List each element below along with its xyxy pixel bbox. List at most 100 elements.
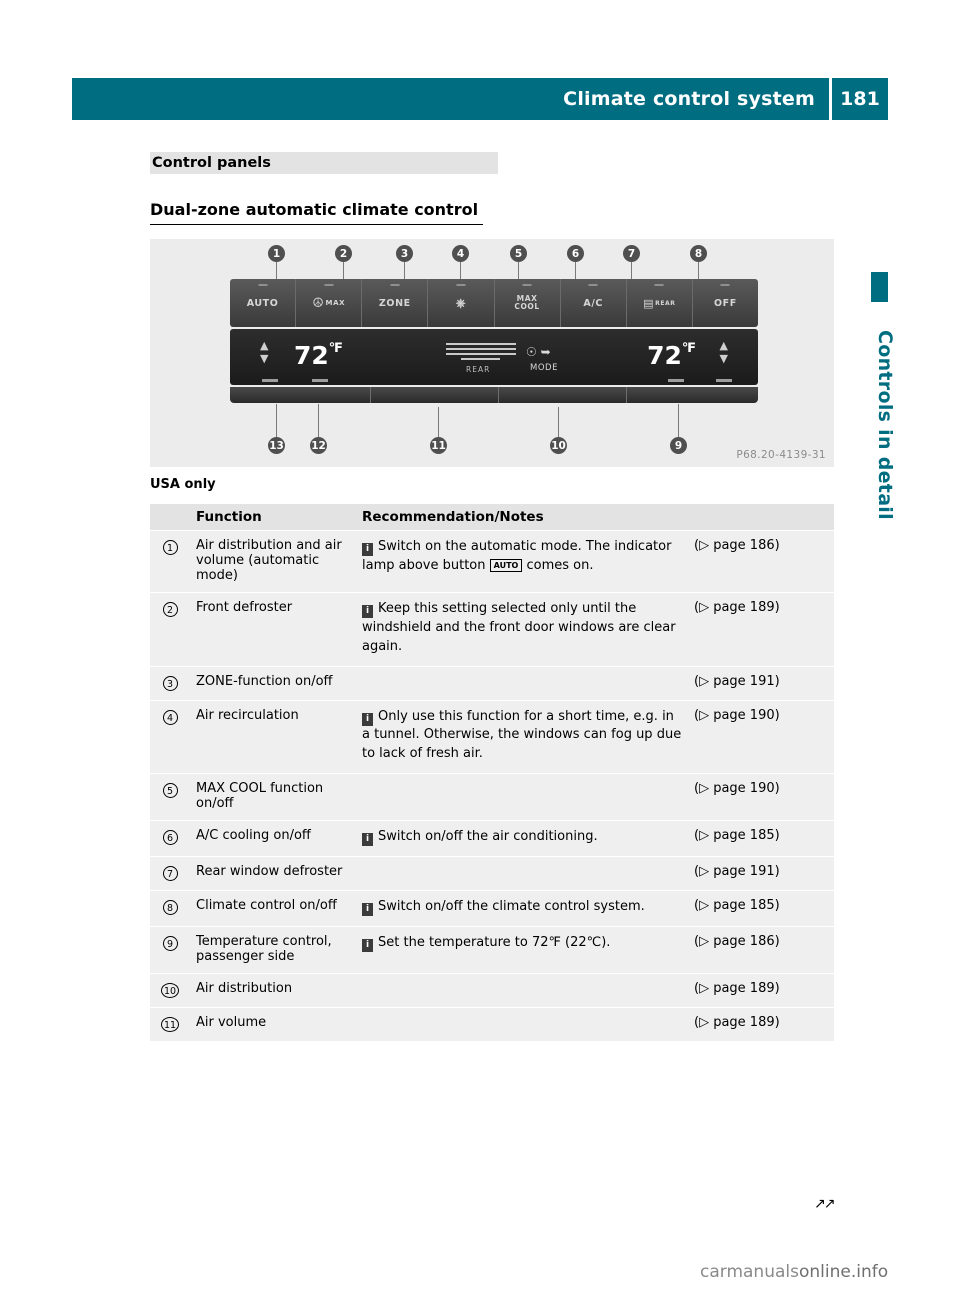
row-notes: i Switch on/off the climate control syste… [356, 890, 688, 927]
ac-button[interactable]: A/C [561, 279, 627, 327]
auto-button-chip: AUTO [489, 558, 523, 572]
indicator-lamp [654, 284, 664, 286]
row-function: Front defroster [190, 592, 356, 667]
row-notes [356, 856, 688, 891]
max-label: MAX [325, 299, 346, 307]
rear-defroster-button[interactable]: ▤ REAR [627, 279, 693, 327]
row-pageref[interactable]: (▷ page 189) [688, 592, 834, 667]
callout-12: 12 [310, 437, 327, 454]
note-text: Set the temperature to 72℉ (22℃). [378, 934, 611, 950]
front-defroster-button[interactable]: ☮ MAX [296, 279, 363, 327]
callout-6: 6 [567, 245, 584, 262]
row-number: 5 [150, 773, 190, 822]
callout-line [678, 404, 679, 437]
indicator-lamp [456, 284, 466, 286]
lower-control-row [230, 387, 758, 403]
col-function: Function [190, 504, 356, 531]
row-notes: i Only use this function for a short time… [356, 700, 688, 775]
row-function: ZONE-function on/off [190, 666, 356, 701]
callout-2: 2 [335, 245, 352, 262]
row-number: 2 [150, 592, 190, 667]
watermark-part-b: online.info [798, 1262, 889, 1282]
info-icon: i [362, 833, 373, 847]
row-number: 8 [150, 890, 190, 927]
driver-temperature: 72℉ [294, 341, 343, 370]
row-function: Air distribution [190, 973, 356, 1008]
row-pageref[interactable]: (▷ page 190) [688, 773, 834, 822]
table-row: 9 Temperature control, passenger side iS… [150, 926, 834, 974]
auto-button[interactable]: AUTO [230, 279, 297, 327]
max-cool-button[interactable]: MAX COOL [495, 279, 561, 327]
row-number: 10 [150, 973, 190, 1008]
row-notch [370, 387, 371, 403]
info-icon: i [362, 938, 373, 952]
row-notch [626, 387, 627, 403]
callout-1: 1 [268, 245, 285, 262]
info-icon: i [362, 605, 373, 618]
subsection-heading-wrap: Dual-zone automatic climate control [150, 200, 483, 225]
knob-mark [668, 379, 684, 382]
callout-8: 8 [690, 245, 707, 262]
row-pageref[interactable]: (▷ page 191) [688, 666, 834, 701]
row-notes: i Switch on the automatic mode. The indic… [356, 530, 688, 593]
row-pageref[interactable]: (▷ page 185) [688, 890, 834, 927]
info-icon: i [362, 712, 373, 726]
row-function: MAX COOL function on/off [190, 773, 356, 822]
info-icon: i [362, 543, 373, 556]
control-panel-illustration: 1 2 3 4 5 6 7 8 AUTO ☮ MAX ZONE ⎈ MAX CO… [150, 239, 834, 467]
header-title-bar: Climate control system [72, 78, 829, 120]
callout-9: 9 [670, 437, 687, 454]
off-button-label: OFF [714, 297, 737, 309]
off-button[interactable]: OFF [693, 279, 758, 327]
section-heading-band: Control panels [150, 152, 498, 174]
air-recirculation-button[interactable]: ⎈ [428, 279, 495, 327]
auto-button-label: AUTO [246, 297, 279, 309]
passenger-temp-stepper[interactable]: ▲ ▼ [720, 339, 728, 365]
row-number: 1 [150, 530, 190, 593]
note-text-cont: comes on. [522, 557, 594, 573]
row-notes [356, 973, 688, 1008]
figure-code: P68.20-4139-31 [736, 449, 826, 461]
row-pageref[interactable]: (▷ page 191) [688, 856, 834, 891]
driver-temp-value: 72 [294, 341, 329, 370]
row-function: Air recirculation [190, 700, 356, 775]
knob-mark [716, 379, 732, 382]
recirculation-icon: ⎈ [455, 295, 467, 310]
row-pageref[interactable]: (▷ page 189) [688, 1007, 834, 1042]
table-row: 2 Front defroster i Keep this setting sel… [150, 592, 834, 667]
row-notes [356, 773, 688, 822]
row-pageref[interactable]: (▷ page 186) [688, 530, 834, 593]
table-row: 11 Air volume (▷ page 189) [150, 1007, 834, 1042]
rear-label: REAR [655, 299, 676, 307]
row-notes: i Set the temperature to 72℉ (22℃). [356, 926, 688, 974]
indicator-lamp [258, 284, 268, 286]
max-cool-label: MAX COOL [514, 294, 540, 311]
indicator-lamp [588, 284, 598, 286]
info-icon: i [362, 902, 373, 916]
section-marker [871, 272, 888, 302]
row-pageref[interactable]: (▷ page 190) [688, 700, 834, 775]
passenger-temp-unit: ℉ [681, 341, 696, 356]
indicator-lamp [522, 284, 532, 286]
table-row: 1 Air distribution and air volume (autom… [150, 530, 834, 593]
knob-mark [262, 379, 278, 382]
row-function: Temperature control, passenger side [190, 926, 356, 974]
driver-temp-stepper[interactable]: ▲ ▼ [260, 339, 268, 365]
figure-caption: USA only [150, 477, 216, 492]
row-pageref[interactable]: (▷ page 186) [688, 926, 834, 974]
watermark: carmanualsonline.info [700, 1262, 888, 1282]
row-notes: i Switch on/off the air conditioning. [356, 820, 688, 857]
row-pageref[interactable]: (▷ page 185) [688, 820, 834, 857]
callout-line [276, 404, 277, 437]
zone-button[interactable]: ZONE [362, 279, 429, 327]
row-notes [356, 1007, 688, 1042]
button-row: AUTO ☮ MAX ZONE ⎈ MAX COOL A/C ▤ REAR OF… [230, 279, 758, 327]
row-number: 6 [150, 820, 190, 857]
table-row: 5 MAX COOL function on/off (▷ page 190) [150, 773, 834, 822]
row-pageref[interactable]: (▷ page 189) [688, 973, 834, 1008]
defroster-icon: ☮ [312, 295, 325, 311]
display-row: ▲ ▼ 72℉ REAR ☉ ➥ MODE 72℉ ▲ ▼ [230, 329, 758, 385]
table-row: 10 Air distribution (▷ page 189) [150, 973, 834, 1008]
callout-4: 4 [452, 245, 469, 262]
table-body: 1 Air distribution and air volume (autom… [150, 530, 834, 1042]
